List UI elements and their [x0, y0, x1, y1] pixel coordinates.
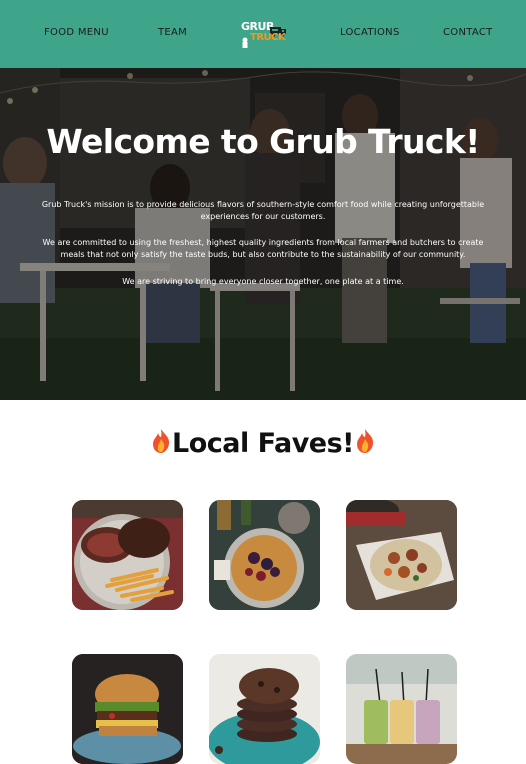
hero-mission-text: Grub Truck's mission is to provide delic…	[41, 200, 485, 221]
waffles-berries-photo	[209, 500, 320, 610]
nav-food-menu[interactable]: FOOD MENU	[44, 27, 109, 38]
cookies-photo	[209, 654, 320, 764]
fire-icon	[354, 428, 376, 461]
local-faves-heading: Local Faves!	[0, 428, 526, 461]
sausage-skillet-photo	[346, 500, 457, 610]
top-navbar: FOOD MENU TEAM GRUB TRUCK LOCATIONS CONT…	[0, 0, 526, 68]
fave-card-burger[interactable]	[72, 654, 183, 764]
hero-closing-text: We are striving to bring everyone closer…	[122, 277, 404, 286]
steak-fries-photo	[72, 500, 183, 610]
fave-card-sausage-skillet[interactable]	[346, 500, 457, 610]
nav-team[interactable]: TEAM	[158, 27, 187, 38]
logo-text-truck: TRUCK	[250, 32, 286, 43]
smoothies-photo	[346, 654, 457, 764]
fave-card-steak-fries[interactable]	[72, 500, 183, 610]
fire-icon	[150, 428, 172, 461]
chef-icon	[241, 33, 249, 52]
grub-truck-logo[interactable]: GRUB TRUCK	[240, 20, 288, 48]
hero-title: Welcome to Grub Truck!	[46, 122, 480, 161]
fave-card-smoothies[interactable]	[346, 654, 457, 764]
hero-commitment-text: We are committed to using the freshest, …	[42, 238, 484, 259]
hero-dark-overlay	[0, 68, 526, 400]
hero-section: Welcome to Grub Truck! Grub Truck's miss…	[0, 68, 526, 400]
nav-locations[interactable]: LOCATIONS	[340, 27, 400, 38]
fave-card-cookies[interactable]	[209, 654, 320, 764]
burger-photo	[72, 654, 183, 764]
fave-card-waffles[interactable]	[209, 500, 320, 610]
local-faves-title-text: Local Faves!	[171, 428, 355, 459]
nav-contact[interactable]: CONTACT	[443, 27, 493, 38]
